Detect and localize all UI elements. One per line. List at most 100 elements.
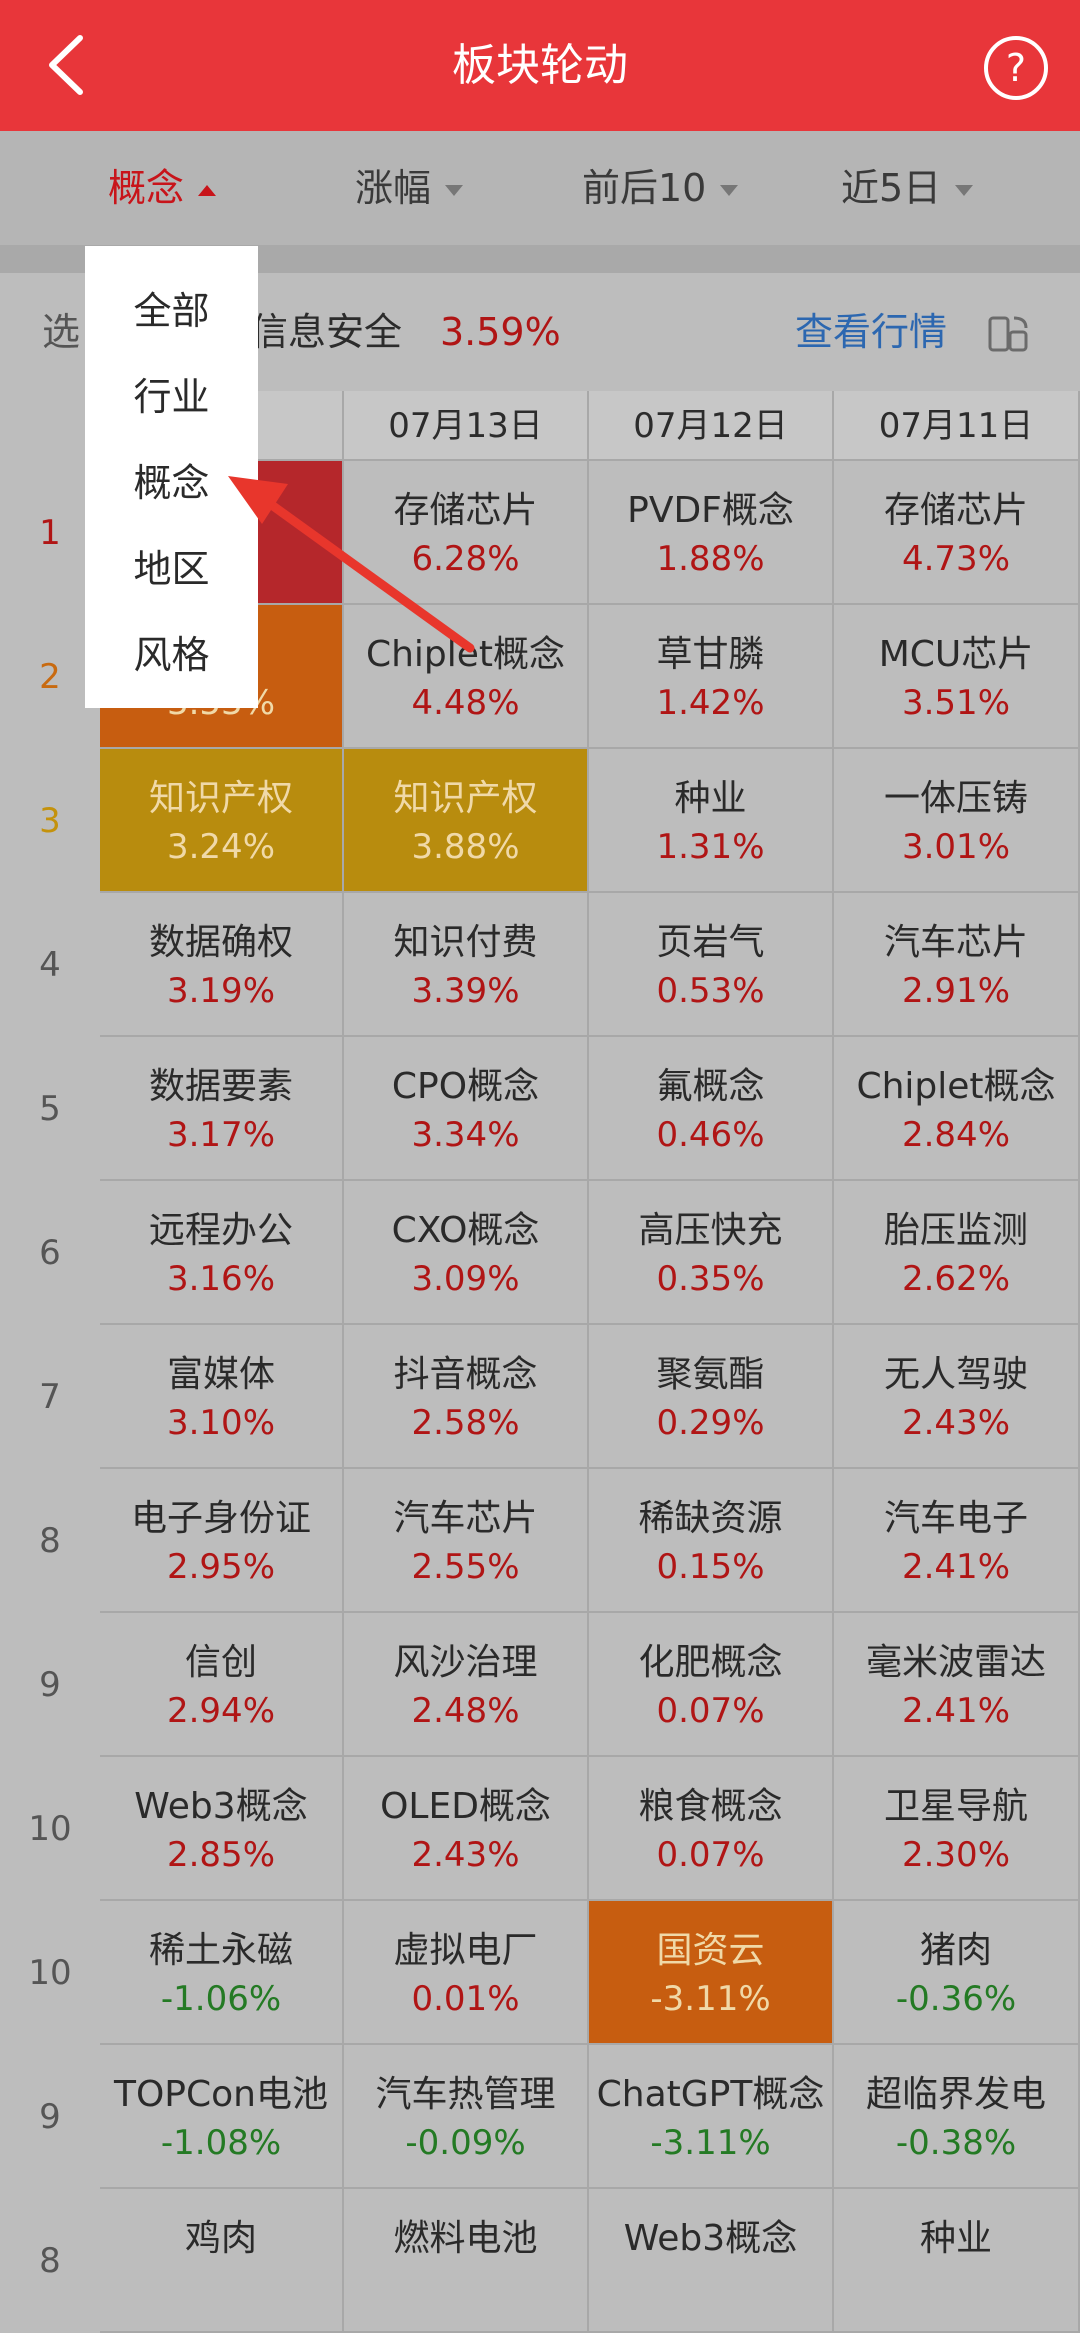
filter-range[interactable]: 前后10 <box>582 131 739 245</box>
sector-name: ChatGPT概念 <box>596 2074 825 2115</box>
sector-cell[interactable]: 信创 2.94% <box>100 1613 344 1757</box>
date-header: 07月12日 <box>589 391 834 461</box>
sector-change: 3.09% <box>411 1259 520 1299</box>
dropdown-option[interactable]: 概念 <box>85 440 258 526</box>
view-quote-link[interactable]: 查看行情 <box>795 273 947 391</box>
sector-change: 0.01% <box>411 1979 520 2019</box>
sector-cell[interactable]: 稀缺资源 0.15% <box>589 1469 834 1613</box>
sector-cell[interactable]: 知识产权 3.88% <box>344 749 589 893</box>
sector-change: 6.28% <box>411 539 520 579</box>
sector-name: 存储芯片 <box>883 490 1028 531</box>
sector-cell[interactable]: 抖音概念 2.58% <box>344 1325 589 1469</box>
sector-name: 种业 <box>919 2218 992 2259</box>
sector-cell[interactable]: 汽车热管理 -0.09% <box>344 2045 589 2189</box>
sector-cell[interactable]: 毫米波雷达 2.41% <box>834 1613 1080 1757</box>
sector-cell[interactable]: CXO概念 3.09% <box>344 1181 589 1325</box>
sector-cell[interactable]: 一体压铸 3.01% <box>834 749 1080 893</box>
sector-cell[interactable]: 种业 1.31% <box>589 749 834 893</box>
sector-name: 鸡肉 <box>184 2218 257 2259</box>
sector-cell[interactable]: 鸡肉 <box>100 2189 344 2333</box>
sector-cell[interactable]: 聚氨酯 0.29% <box>589 1325 834 1469</box>
sector-change: -1.08% <box>160 2123 282 2163</box>
filter-category[interactable]: 概念 <box>108 131 217 245</box>
sector-change: 3.19% <box>166 971 275 1011</box>
sector-cell[interactable]: 猪肉 -0.36% <box>834 1901 1080 2045</box>
sector-name: 汽车热管理 <box>375 2074 556 2115</box>
selected-prefix: 选 <box>42 310 81 354</box>
dropdown-option[interactable]: 风格 <box>85 612 258 698</box>
sector-change: 2.85% <box>166 1835 275 1875</box>
rank-number: 9 <box>39 1665 61 1705</box>
sector-cell[interactable]: 无人驾驶 2.43% <box>834 1325 1080 1469</box>
sector-cell[interactable]: 虚拟电厂 0.01% <box>344 1901 589 2045</box>
sector-change: 2.30% <box>901 1835 1010 1875</box>
sector-name: 知识付费 <box>393 922 538 963</box>
sector-cell[interactable]: 胎压监测 2.62% <box>834 1181 1080 1325</box>
sector-cell[interactable]: OLED概念 2.43% <box>344 1757 589 1901</box>
sector-name: 汽车电子 <box>883 1498 1028 1539</box>
sector-cell[interactable]: 燃料电池 <box>344 2189 589 2333</box>
rank-number: 8 <box>39 1521 61 1561</box>
category-dropdown: 全部 行业 概念 地区 风格 <box>85 246 258 708</box>
sector-cell[interactable]: MCU芯片 3.51% <box>834 605 1080 749</box>
sector-cell[interactable]: CPO概念 3.34% <box>344 1037 589 1181</box>
filter-category-label: 概念 <box>108 166 185 210</box>
sector-change: 3.34% <box>411 1115 520 1155</box>
sector-cell[interactable]: 远程办公 3.16% <box>100 1181 344 1325</box>
sector-cell[interactable]: Chiplet概念 2.84% <box>834 1037 1080 1181</box>
filter-period[interactable]: 近5日 <box>841 131 974 245</box>
sector-cell[interactable]: 数据确权 3.19% <box>100 893 344 1037</box>
filter-range-label: 前后10 <box>582 166 707 210</box>
sector-cell[interactable]: 草甘膦 1.42% <box>589 605 834 749</box>
sector-cell[interactable]: 电子身份证 2.95% <box>100 1469 344 1613</box>
selected-sector-change: 3.59% <box>440 310 561 354</box>
sector-cell[interactable]: Chiplet概念 4.48% <box>344 605 589 749</box>
sector-name: Web3概念 <box>134 1786 308 1827</box>
sector-cell[interactable]: 汽车芯片 2.91% <box>834 893 1080 1037</box>
filter-sort[interactable]: 涨幅 <box>355 131 464 245</box>
sector-name: TOPCon电池 <box>113 2074 328 2115</box>
sector-cell[interactable]: 知识产权 3.24% <box>100 749 344 893</box>
rank-number: 8 <box>39 2241 61 2281</box>
sector-change: 2.58% <box>411 1403 520 1443</box>
sector-change: 2.84% <box>901 1115 1010 1155</box>
sector-cell[interactable]: TOPCon电池 -1.08% <box>100 2045 344 2189</box>
sector-cell[interactable]: 高压快充 0.35% <box>589 1181 834 1325</box>
sector-cell[interactable]: 数据要素 3.17% <box>100 1037 344 1181</box>
rank-number: 6 <box>39 1233 61 1273</box>
sector-cell[interactable]: 富媒体 3.10% <box>100 1325 344 1469</box>
dropdown-option[interactable]: 全部 <box>85 268 258 354</box>
sector-cell[interactable]: 汽车电子 2.41% <box>834 1469 1080 1613</box>
sector-name: 存储芯片 <box>393 490 538 531</box>
rotate-screen-icon[interactable] <box>986 312 1030 356</box>
sector-cell[interactable]: 页岩气 0.53% <box>589 893 834 1037</box>
sector-cell[interactable]: 存储芯片 4.73% <box>834 461 1080 605</box>
rank-number: 9 <box>39 2097 61 2137</box>
sector-cell[interactable]: 国资云 -3.11% <box>589 1901 834 2045</box>
sector-cell[interactable]: 存储芯片 6.28% <box>344 461 589 605</box>
sector-cell[interactable]: 风沙治理 2.48% <box>344 1613 589 1757</box>
sector-cell[interactable]: 汽车芯片 2.55% <box>344 1469 589 1613</box>
sector-name: 毫米波雷达 <box>865 1642 1046 1683</box>
sector-cell[interactable]: ChatGPT概念 -3.11% <box>589 2045 834 2189</box>
sector-cell[interactable]: 稀土永磁 -1.06% <box>100 1901 344 2045</box>
sector-cell[interactable]: 超临界发电 -0.38% <box>834 2045 1080 2189</box>
rank-number: 10 <box>28 1953 72 1993</box>
sector-name: 汽车芯片 <box>883 922 1028 963</box>
sector-cell[interactable]: Web3概念 2.85% <box>100 1757 344 1901</box>
sector-change: 2.48% <box>411 1691 520 1731</box>
sector-cell[interactable]: 种业 <box>834 2189 1080 2333</box>
sector-cell[interactable]: PVDF概念 1.88% <box>589 461 834 605</box>
sector-cell[interactable]: 粮食概念 0.07% <box>589 1757 834 1901</box>
dropdown-option[interactable]: 行业 <box>85 354 258 440</box>
sector-cell[interactable]: 化肥概念 0.07% <box>589 1613 834 1757</box>
sector-cell[interactable]: 知识付费 3.39% <box>344 893 589 1037</box>
sector-cell[interactable]: 氟概念 0.46% <box>589 1037 834 1181</box>
sector-name: 知识产权 <box>393 778 538 819</box>
help-icon[interactable]: ? <box>984 36 1048 100</box>
sector-cell[interactable]: 卫星导航 2.30% <box>834 1757 1080 1901</box>
dropdown-option[interactable]: 地区 <box>85 526 258 612</box>
sector-cell[interactable]: Web3概念 <box>589 2189 834 2333</box>
sector-name: 抖音概念 <box>393 1354 538 1395</box>
sector-change: 3.24% <box>166 827 275 867</box>
